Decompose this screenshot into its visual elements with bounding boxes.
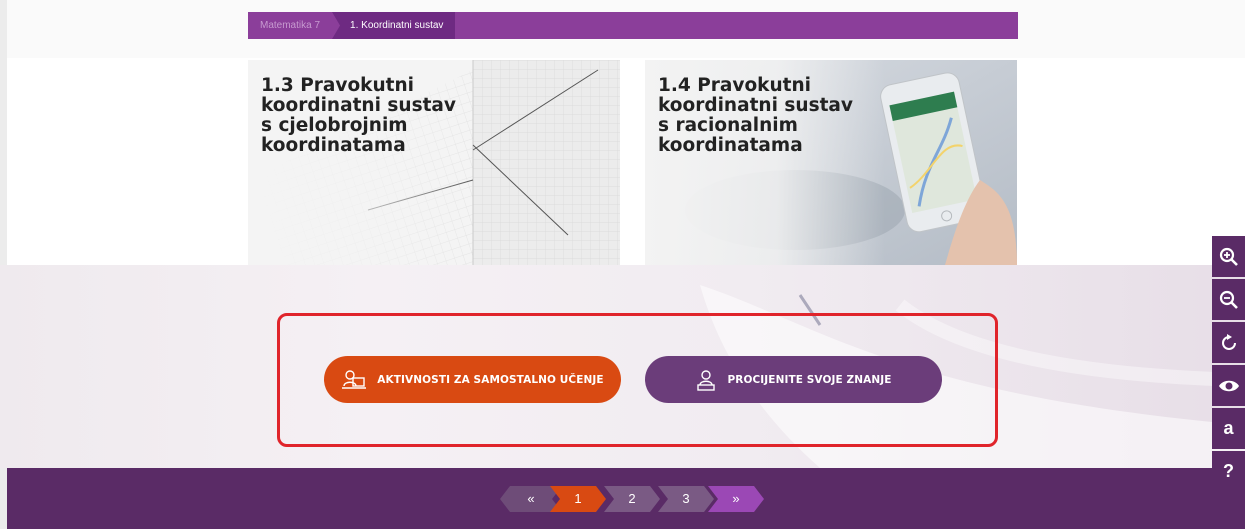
lesson-title-1-4: 1.4 Pravokutni koordinatni sustav s raci… — [658, 75, 853, 156]
assess-knowledge-label: PROCIJENITE SVOJE ZNANJE — [727, 373, 892, 386]
reset-button[interactable] — [1212, 322, 1245, 363]
lesson-title-1-3: 1.3 Pravokutni koordinatni sustav s cjel… — [261, 75, 456, 156]
accessibility-toolbar: a ? — [1212, 236, 1245, 494]
zoom-in-button[interactable] — [1212, 236, 1245, 277]
zoom-out-icon — [1219, 290, 1238, 309]
student-laptop-icon — [342, 369, 367, 389]
breadcrumb-item-chapter[interactable]: 1. Koordinatni sustav — [332, 12, 456, 39]
assess-knowledge-button[interactable]: PROCIJENITE SVOJE ZNANJE — [645, 356, 942, 403]
breadcrumb-item-book[interactable]: Matematika 7 — [248, 12, 338, 39]
reset-icon — [1221, 333, 1236, 350]
lesson-card-1-4[interactable]: 1.4 Pravokutni koordinatni sustav s raci… — [645, 60, 1017, 265]
font-button[interactable]: a — [1212, 408, 1245, 449]
zoom-in-icon — [1219, 247, 1238, 266]
self-study-button[interactable]: AKTIVNOSTI ZA SAMOSTALNO UČENJE — [324, 356, 621, 403]
help-button[interactable]: ? — [1212, 451, 1245, 492]
view-button[interactable] — [1212, 365, 1245, 406]
lesson-card-1-3[interactable]: 1.3 Pravokutni koordinatni sustav s cjel… — [248, 60, 620, 265]
zoom-out-button[interactable] — [1212, 279, 1245, 320]
self-study-label: AKTIVNOSTI ZA SAMOSTALNO UČENJE — [377, 373, 604, 386]
student-at-desk-icon — [697, 369, 716, 391]
eye-icon — [1218, 380, 1239, 391]
breadcrumb: Matematika 7 1. Koordinatni sustav — [248, 12, 1018, 39]
